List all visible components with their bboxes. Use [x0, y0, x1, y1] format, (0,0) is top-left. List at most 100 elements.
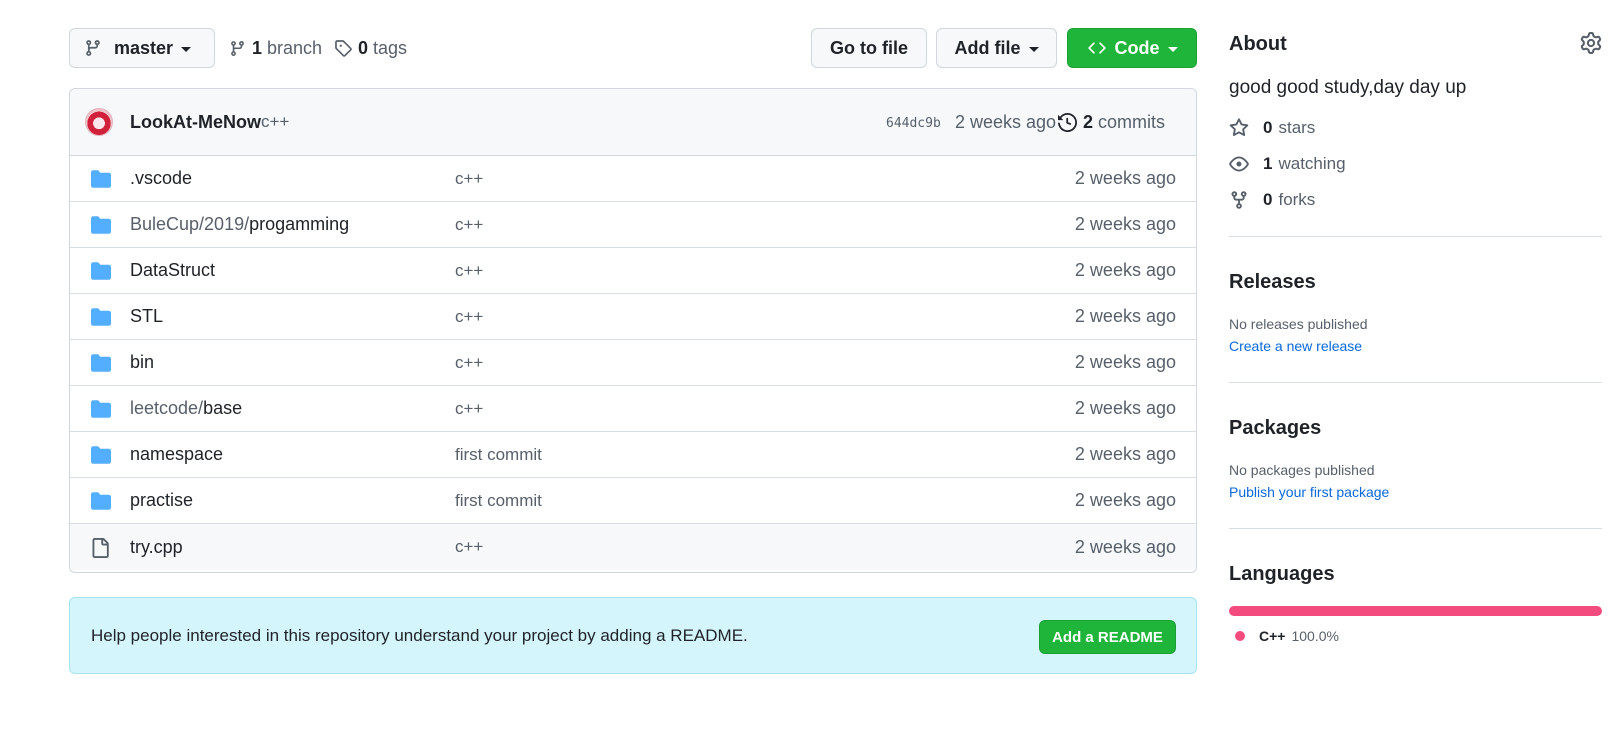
file-name-text: base: [203, 398, 243, 418]
file-path-prefix: leetcode/: [130, 398, 204, 418]
watching-count: 1: [1263, 154, 1273, 173]
add-file-button[interactable]: Add file: [936, 28, 1057, 68]
file-row[interactable]: namespace first commit 2 weeks ago: [70, 432, 1196, 478]
branch-select-button[interactable]: master: [69, 28, 215, 68]
file-name[interactable]: STL: [130, 306, 163, 327]
watchers-link[interactable]: 1 watching: [1229, 146, 1602, 182]
stars-label: stars: [1278, 118, 1316, 137]
go-to-file-button[interactable]: Go to file: [811, 28, 927, 68]
file-time: 2 weeks ago: [1074, 306, 1176, 326]
file-row[interactable]: BuleCup/2019/progamming c++ 2 weeks ago: [70, 202, 1196, 248]
repo-toolbar: master 1 branch 0 tags Go to file Add fi…: [69, 28, 1197, 68]
file-commit-message[interactable]: c++: [455, 537, 483, 557]
file-commit-message[interactable]: c++: [455, 353, 483, 373]
file-commit-message[interactable]: first commit: [455, 445, 542, 465]
file-name-text: try.cpp: [130, 536, 183, 557]
add-file-label: Add file: [954, 37, 1021, 58]
code-button[interactable]: Code: [1067, 28, 1197, 68]
file-name[interactable]: try.cpp: [130, 537, 183, 558]
releases-note: No releases published: [1229, 316, 1368, 332]
fork-icon: [1231, 191, 1247, 209]
gear-icon[interactable]: [1580, 32, 1602, 54]
file-path-prefix: BuleCup/2019/: [130, 214, 250, 234]
branches-link[interactable]: 1 branch: [229, 28, 322, 68]
commit-count: 2: [1083, 111, 1094, 132]
file-icon: [92, 538, 109, 558]
file-row[interactable]: practise first commit 2 weeks ago: [70, 478, 1196, 524]
watching-label: watching: [1278, 154, 1346, 173]
file-time: 2 weeks ago: [1074, 536, 1176, 557]
divider: [1229, 382, 1602, 383]
folder-icon: [91, 262, 111, 280]
file-commit-message[interactable]: c++: [455, 169, 483, 189]
file-commit-message[interactable]: c++: [455, 399, 483, 419]
tags-link[interactable]: 0 tags: [334, 28, 407, 68]
commit-count-label: commits: [1098, 111, 1166, 132]
file-name[interactable]: .vscode: [130, 168, 192, 189]
releases-title[interactable]: Releases: [1229, 271, 1602, 294]
about-header: About: [1229, 28, 1602, 60]
branch-name: master: [114, 37, 174, 58]
folder-icon: [91, 492, 111, 510]
readme-banner-text: Help people interested in this repositor…: [91, 625, 748, 645]
file-row[interactable]: STL c++ 2 weeks ago: [70, 294, 1196, 340]
chevron-down-icon: [181, 46, 192, 52]
commit-time: 2 weeks ago: [955, 111, 1057, 132]
go-to-file-label: Go to file: [830, 37, 908, 58]
language-name: C++: [1259, 628, 1286, 644]
forks-link[interactable]: 0 forks: [1229, 182, 1602, 218]
publish-package-link[interactable]: Publish your first package: [1229, 484, 1602, 500]
commit-sha[interactable]: 644dc9b: [886, 116, 941, 131]
file-row[interactable]: leetcode/base c++ 2 weeks ago: [70, 386, 1196, 432]
stars-count: 0: [1263, 118, 1273, 137]
file-row[interactable]: try.cpp c++ 2 weeks ago: [70, 524, 1196, 570]
divider: [1229, 528, 1602, 529]
readme-banner: Help people interested in this repositor…: [69, 597, 1197, 674]
branch-label: branch: [267, 37, 323, 58]
avatar[interactable]: [85, 108, 113, 136]
file-browser: LookAt-MeNow c++ 644dc9b 2 weeks ago 2 c…: [69, 88, 1197, 573]
file-name[interactable]: practise: [130, 490, 193, 511]
repo-sidebar: About good good study,day day up 0 stars…: [1229, 28, 1602, 644]
file-commit-message[interactable]: c++: [455, 261, 483, 281]
eye-icon: [1229, 156, 1249, 172]
star-icon: [1229, 118, 1249, 137]
chevron-down-icon: [1167, 46, 1178, 52]
language-dot: [1235, 631, 1245, 641]
file-time: 2 weeks ago: [1074, 398, 1176, 418]
file-name[interactable]: BuleCup/2019/progamming: [130, 214, 349, 235]
file-name[interactable]: DataStruct: [130, 260, 215, 281]
file-name-text: progamming: [249, 214, 350, 234]
folder-icon: [91, 400, 111, 418]
file-row[interactable]: DataStruct c++ 2 weeks ago: [70, 248, 1196, 294]
file-commit-message[interactable]: first commit: [455, 491, 542, 511]
stars-link[interactable]: 0 stars: [1229, 110, 1602, 146]
repo-main: master 1 branch 0 tags Go to file Add fi…: [69, 28, 1197, 674]
file-commit-message[interactable]: c++: [455, 215, 483, 235]
language-item[interactable]: C++ 100.0%: [1229, 628, 1602, 644]
create-release-link[interactable]: Create a new release: [1229, 338, 1602, 354]
tag-icon: [335, 40, 352, 57]
file-name[interactable]: bin: [130, 352, 154, 373]
file-row[interactable]: bin c++ 2 weeks ago: [70, 340, 1196, 386]
file-commit-message[interactable]: c++: [455, 307, 483, 327]
file-row[interactable]: .vscode c++ 2 weeks ago: [70, 156, 1196, 202]
file-time: 2 weeks ago: [1074, 168, 1176, 188]
latest-commit-row: LookAt-MeNow c++ 644dc9b 2 weeks ago 2 c…: [70, 89, 1196, 156]
commit-author[interactable]: LookAt-MeNow: [130, 112, 261, 133]
branch-count: 1: [252, 37, 263, 58]
file-name-text: STL: [130, 306, 164, 326]
branch-icon: [86, 40, 100, 56]
file-time: 2 weeks ago: [1074, 260, 1176, 280]
add-readme-button[interactable]: Add a README: [1039, 620, 1176, 654]
file-name-text: .vscode: [130, 168, 193, 188]
packages-title[interactable]: Packages: [1229, 417, 1602, 440]
file-name[interactable]: leetcode/base: [130, 398, 242, 419]
file-time: 2 weeks ago: [1074, 490, 1176, 510]
file-name[interactable]: namespace: [130, 444, 223, 465]
folder-icon: [91, 446, 111, 464]
commits-link[interactable]: 2 commits: [1058, 112, 1165, 133]
language-bar[interactable]: [1229, 606, 1602, 616]
forks-label: forks: [1278, 190, 1316, 209]
commit-message[interactable]: c++: [261, 112, 289, 132]
